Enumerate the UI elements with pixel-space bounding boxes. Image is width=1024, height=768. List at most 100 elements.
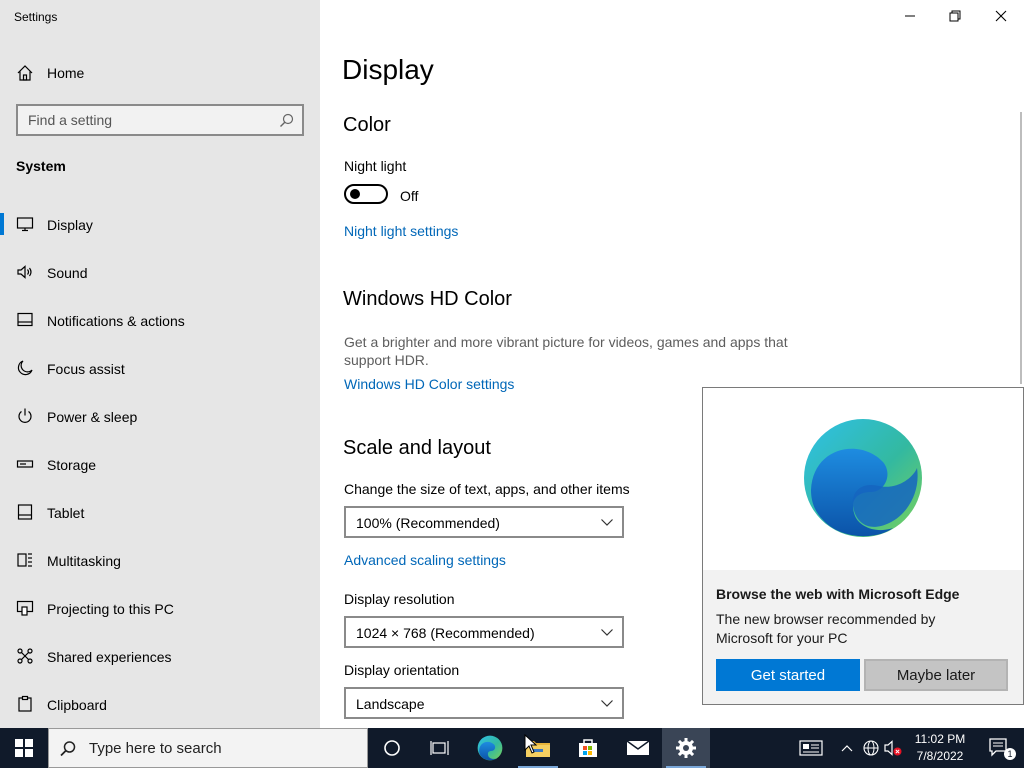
sidebar-item-focus-assist[interactable]: Focus assist [0, 344, 320, 392]
sidebar-item-multitasking[interactable]: Multitasking [0, 536, 320, 584]
resolution-dropdown-value: 1024 × 768 (Recommended) [356, 625, 535, 641]
close-icon [995, 10, 1007, 22]
sidebar-item-label: Notifications & actions [47, 313, 185, 329]
close-button[interactable] [978, 0, 1024, 32]
advanced-scaling-link[interactable]: Advanced scaling settings [344, 552, 506, 568]
sidebar-item-storage[interactable]: Storage [0, 440, 320, 488]
multitasking-icon [17, 553, 32, 567]
night-light-label: Night light [344, 158, 407, 174]
sidebar-item-label: Multitasking [47, 553, 121, 569]
mail-icon [626, 740, 650, 755]
night-light-settings-link[interactable]: Night light settings [344, 223, 458, 239]
night-light-toggle[interactable] [344, 184, 388, 204]
minimize-icon [905, 15, 915, 17]
edge-promo-popup: Browse the web with Microsoft Edge The n… [702, 387, 1024, 705]
cortana-button[interactable] [368, 728, 416, 768]
taskbar-edge-button[interactable] [466, 728, 514, 768]
size-label: Change the size of text, apps, and other… [344, 481, 630, 497]
restore-button[interactable] [932, 0, 978, 32]
system-nav-list: Display Sound Notifications & actions Fo… [0, 200, 320, 728]
search-icon[interactable] [279, 113, 294, 128]
sidebar-item-label: Power & sleep [47, 409, 138, 425]
taskbar-settings-button[interactable] [662, 728, 710, 768]
taskbar-clock[interactable]: 11:02 PM 7/8/2022 [900, 731, 980, 765]
shared-icon [17, 648, 33, 664]
windows-logo-icon [15, 739, 33, 757]
chevron-up-icon [841, 745, 853, 752]
sidebar-item-display[interactable]: Display [0, 200, 320, 248]
night-light-state: Off [400, 188, 419, 204]
start-button[interactable] [0, 728, 48, 768]
get-started-button[interactable]: Get started [716, 659, 860, 691]
minimize-button[interactable] [887, 0, 933, 32]
clock-date: 7/8/2022 [916, 749, 964, 763]
sidebar-item-label: Display [47, 217, 93, 233]
restore-icon [949, 10, 961, 22]
sidebar-item-shared-experiences[interactable]: Shared experiences [0, 632, 320, 680]
color-heading: Color [343, 114, 391, 136]
sidebar-item-notifications[interactable]: Notifications & actions [0, 296, 320, 344]
chevron-down-icon [601, 629, 613, 636]
edge-promo-body: The new browser recommended by Microsoft… [716, 611, 936, 646]
hd-color-description: Get a brighter and more vibrant picture … [344, 334, 788, 368]
projecting-icon [16, 600, 34, 616]
chevron-down-icon [601, 519, 613, 526]
taskbar-search-placeholder: Type here to search [89, 740, 222, 757]
taskbar-mail-button[interactable] [614, 728, 662, 768]
page-title: Display [342, 54, 434, 85]
clock-time: 11:02 PM [914, 732, 966, 746]
sidebar-item-power-sleep[interactable]: Power & sleep [0, 392, 320, 440]
find-setting-search[interactable] [16, 104, 304, 136]
section-label-system: System [16, 158, 66, 174]
home-nav-item[interactable]: Home [0, 58, 320, 88]
taskbar-store-button[interactable] [564, 728, 612, 768]
resolution-dropdown[interactable]: 1024 × 768 (Recommended) [344, 616, 624, 648]
task-view-icon [430, 741, 449, 755]
home-icon [17, 65, 33, 81]
toggle-knob [350, 189, 360, 199]
tray-news-button[interactable] [796, 728, 826, 768]
speaker-icon [17, 265, 32, 279]
sidebar-item-label: Focus assist [47, 361, 125, 377]
network-status-button[interactable] [860, 728, 882, 768]
power-icon [18, 408, 32, 423]
show-hidden-icons-button[interactable] [838, 728, 856, 768]
sidebar-item-projecting[interactable]: Projecting to this PC [0, 584, 320, 632]
sidebar-item-tablet[interactable]: Tablet [0, 488, 320, 536]
sidebar-item-label: Storage [47, 457, 97, 473]
orientation-dropdown-value: Landscape [356, 696, 425, 712]
orientation-label: Display orientation [344, 662, 460, 678]
sidebar-item-clipboard[interactable]: Clipboard [0, 680, 320, 728]
search-icon [60, 741, 76, 757]
chevron-down-icon [601, 700, 613, 707]
taskbar-file-explorer-button[interactable] [514, 728, 562, 768]
sidebar-item-label: Shared experiences [47, 649, 172, 665]
hd-color-settings-link[interactable]: Windows HD Color settings [344, 376, 514, 392]
taskbar-search-box[interactable]: Type here to search [48, 728, 368, 768]
find-setting-input[interactable] [18, 106, 268, 134]
notification-icon [17, 312, 33, 327]
edge-promo-title: Browse the web with Microsoft Edge [716, 586, 960, 602]
scale-layout-heading: Scale and layout [343, 437, 491, 459]
sidebar: Settings Home System Display Sound Notif… [0, 0, 320, 728]
task-view-button[interactable] [416, 728, 464, 768]
sidebar-item-sound[interactable]: Sound [0, 248, 320, 296]
action-center-button[interactable]: 1 [978, 728, 1022, 768]
maybe-later-button[interactable]: Maybe later [864, 659, 1008, 691]
app-title: Settings [14, 10, 58, 24]
sidebar-item-label: Projecting to this PC [47, 601, 174, 617]
monitor-icon [16, 217, 34, 232]
edge-logo-icon [804, 419, 922, 537]
hd-color-heading: Windows HD Color [343, 288, 512, 310]
news-icon [799, 740, 823, 756]
home-label: Home [47, 65, 85, 81]
scrollbar[interactable] [1020, 112, 1022, 384]
orientation-dropdown[interactable]: Landscape [344, 687, 624, 719]
scale-dropdown-value: 100% (Recommended) [356, 515, 500, 531]
scale-dropdown[interactable]: 100% (Recommended) [344, 506, 624, 538]
sidebar-item-label: Tablet [47, 505, 85, 521]
cortana-icon [384, 740, 400, 756]
edge-promo-hero [703, 388, 1023, 570]
sidebar-item-label: Sound [47, 265, 88, 281]
notification-count-badge: 1 [1004, 748, 1016, 760]
